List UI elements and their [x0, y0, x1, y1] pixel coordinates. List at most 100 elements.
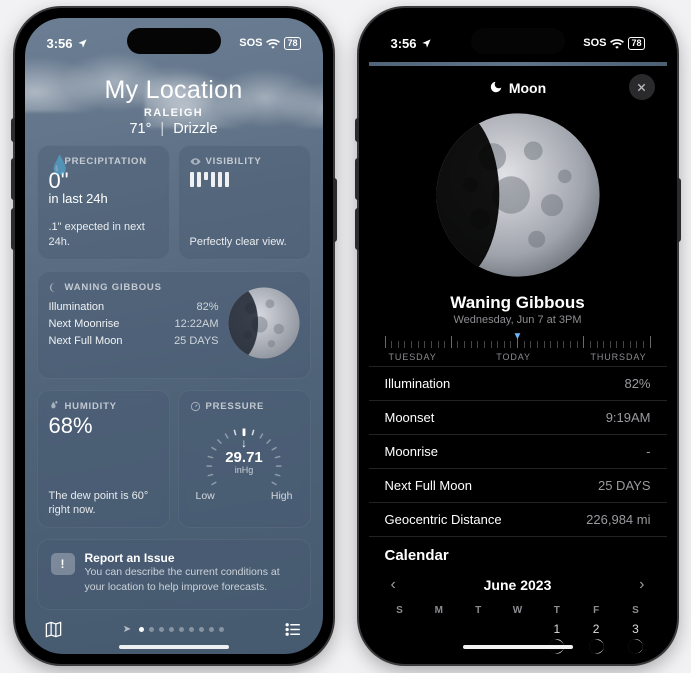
wifi-icon: [266, 38, 280, 49]
home-indicator[interactable]: [119, 645, 229, 649]
city-name: RALEIGH: [25, 107, 323, 119]
stat-value: 25 DAYS: [174, 335, 218, 347]
iphone-frame-left: 3:56 SOS 78 My Location RALEIGH 71° | Dr…: [15, 8, 333, 664]
scrubber-marker-icon: ▼: [513, 331, 523, 342]
current-temp: 71°: [129, 121, 151, 137]
page-indicator[interactable]: ➤: [123, 624, 224, 635]
time-scrubber[interactable]: ▼ TUESDAY TODAY THURSDAY: [369, 334, 667, 360]
moon-stats-list: Illumination 82% Moonset 9:19AM Moonrise…: [369, 366, 667, 537]
arrow-down-icon: ↓: [241, 437, 247, 449]
separator: |: [160, 121, 164, 137]
moon-image: [433, 110, 603, 285]
current-condition: Drizzle: [173, 121, 217, 137]
precipitation-card[interactable]: 💧 PRECIPITATION 0" in last 24h .1" expec…: [37, 145, 170, 260]
dow-label: M: [424, 605, 454, 616]
stat-label: Geocentric Distance: [385, 512, 502, 527]
moon-stat-row: Next Moonrise 12:22AM: [49, 318, 219, 330]
home-indicator[interactable]: [463, 645, 573, 649]
stat-label: Next Full Moon: [49, 335, 123, 347]
map-button[interactable]: [43, 618, 65, 640]
pressure-unit: inHg: [235, 465, 254, 475]
moon-phase-icon: [628, 639, 643, 654]
calendar-day-empty: [502, 622, 532, 654]
dow-label: S: [620, 605, 650, 616]
calendar-day[interactable]: 1: [542, 622, 572, 654]
power-button[interactable]: [677, 178, 681, 242]
card-header: WANING GIBBOUS: [65, 282, 162, 293]
scrubber-label: TODAY: [496, 352, 531, 362]
humidity-footer: The dew point is 60° right now.: [49, 489, 158, 519]
pressure-high-label: High: [271, 490, 293, 502]
mute-switch[interactable]: [355, 118, 359, 142]
dow-label: T: [463, 605, 493, 616]
volume-down-button[interactable]: [11, 208, 15, 250]
humidity-icon: [49, 401, 60, 412]
dynamic-island[interactable]: [471, 28, 565, 54]
calendar-day-empty: [463, 622, 493, 654]
moon-phase-card[interactable]: WANING GIBBOUS Illumination 82% Next Moo…: [37, 271, 311, 379]
next-month-button[interactable]: ›: [633, 576, 650, 594]
pressure-value: 29.71: [225, 449, 263, 466]
dow-row: S M T W T F S: [385, 605, 651, 616]
calendar-day-empty: [424, 622, 454, 654]
mute-switch[interactable]: [11, 118, 15, 142]
stat-value: 82%: [624, 376, 650, 391]
report-issue-card[interactable]: ! Report an Issue You can describe the c…: [37, 539, 311, 610]
day-number: 1: [553, 622, 560, 636]
day-number: 3: [632, 622, 639, 636]
volume-up-button[interactable]: [355, 158, 359, 200]
visibility-footer: Perfectly clear view.: [190, 235, 299, 250]
stat-row: Geocentric Distance 226,984 mi: [369, 503, 667, 537]
list-button[interactable]: [282, 618, 304, 640]
card-header: PRECIPITATION: [65, 156, 147, 167]
stat-label: Next Full Moon: [385, 478, 472, 493]
calendar-nav: ‹ June 2023 ›: [385, 572, 651, 598]
report-title: Report an Issue: [85, 551, 297, 565]
stat-row: Next Full Moon 25 DAYS: [369, 469, 667, 503]
calendar-day[interactable]: 2: [581, 622, 611, 654]
water-drop-icon: 💧: [49, 156, 60, 167]
card-header: VISIBILITY: [206, 156, 262, 167]
battery-indicator: 78: [284, 37, 300, 50]
report-subtitle: You can describe the current conditions …: [85, 565, 297, 593]
stat-label: Moonset: [385, 410, 435, 425]
eye-icon: [190, 156, 201, 167]
humidity-value: 68%: [49, 415, 158, 437]
dow-label: F: [581, 605, 611, 616]
visibility-bars-icon: [190, 172, 299, 187]
moon-stat-row: Illumination 82%: [49, 301, 219, 313]
card-header: PRESSURE: [206, 401, 265, 412]
close-button[interactable]: [629, 74, 655, 100]
phase-date: Wednesday, Jun 7 at 3PM: [369, 314, 667, 326]
stat-value: 226,984 mi: [586, 512, 650, 527]
sheet-title: Moon: [509, 80, 546, 96]
stat-value: 82%: [196, 301, 218, 313]
volume-down-button[interactable]: [355, 208, 359, 250]
humidity-card[interactable]: HUMIDITY 68% The dew point is 60° right …: [37, 390, 170, 528]
pressure-low-label: Low: [196, 490, 215, 502]
phase-name: Waning Gibbous: [369, 293, 667, 313]
scrubber-label: THURSDAY: [590, 352, 646, 362]
precip-subline: in last 24h: [49, 191, 158, 206]
sos-indicator: SOS: [583, 37, 606, 49]
location-icon: [77, 38, 88, 49]
dow-label: W: [502, 605, 532, 616]
pressure-card[interactable]: PRESSURE: [178, 390, 311, 528]
sheet-header: Moon: [369, 68, 667, 108]
volume-up-button[interactable]: [11, 158, 15, 200]
power-button[interactable]: [333, 178, 337, 242]
prev-month-button[interactable]: ‹: [385, 576, 402, 594]
stat-row: Moonrise -: [369, 435, 667, 469]
stat-label: Next Moonrise: [49, 318, 120, 330]
calendar-day[interactable]: 3: [620, 622, 650, 654]
location-title: My Location: [25, 76, 323, 105]
pressure-gauge: ↓ 29.71 inHg: [197, 417, 291, 487]
stat-label: Illumination: [49, 301, 105, 313]
wifi-icon: [610, 38, 624, 49]
moon-icon: [49, 282, 60, 293]
calendar-day-empty: [385, 622, 415, 654]
dynamic-island[interactable]: [127, 28, 221, 54]
visibility-card[interactable]: VISIBILITY Perfectly clear view.: [178, 145, 311, 260]
moon-thumbnail: [227, 286, 301, 360]
stat-row: Illumination 82%: [369, 367, 667, 401]
